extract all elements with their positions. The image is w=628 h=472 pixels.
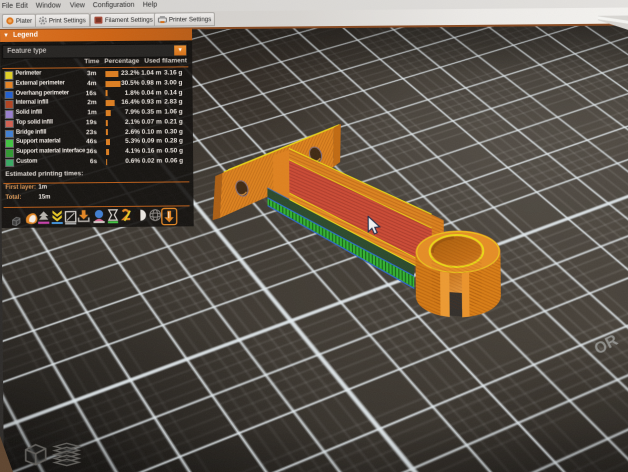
- svg-text:OR: OR: [592, 332, 622, 359]
